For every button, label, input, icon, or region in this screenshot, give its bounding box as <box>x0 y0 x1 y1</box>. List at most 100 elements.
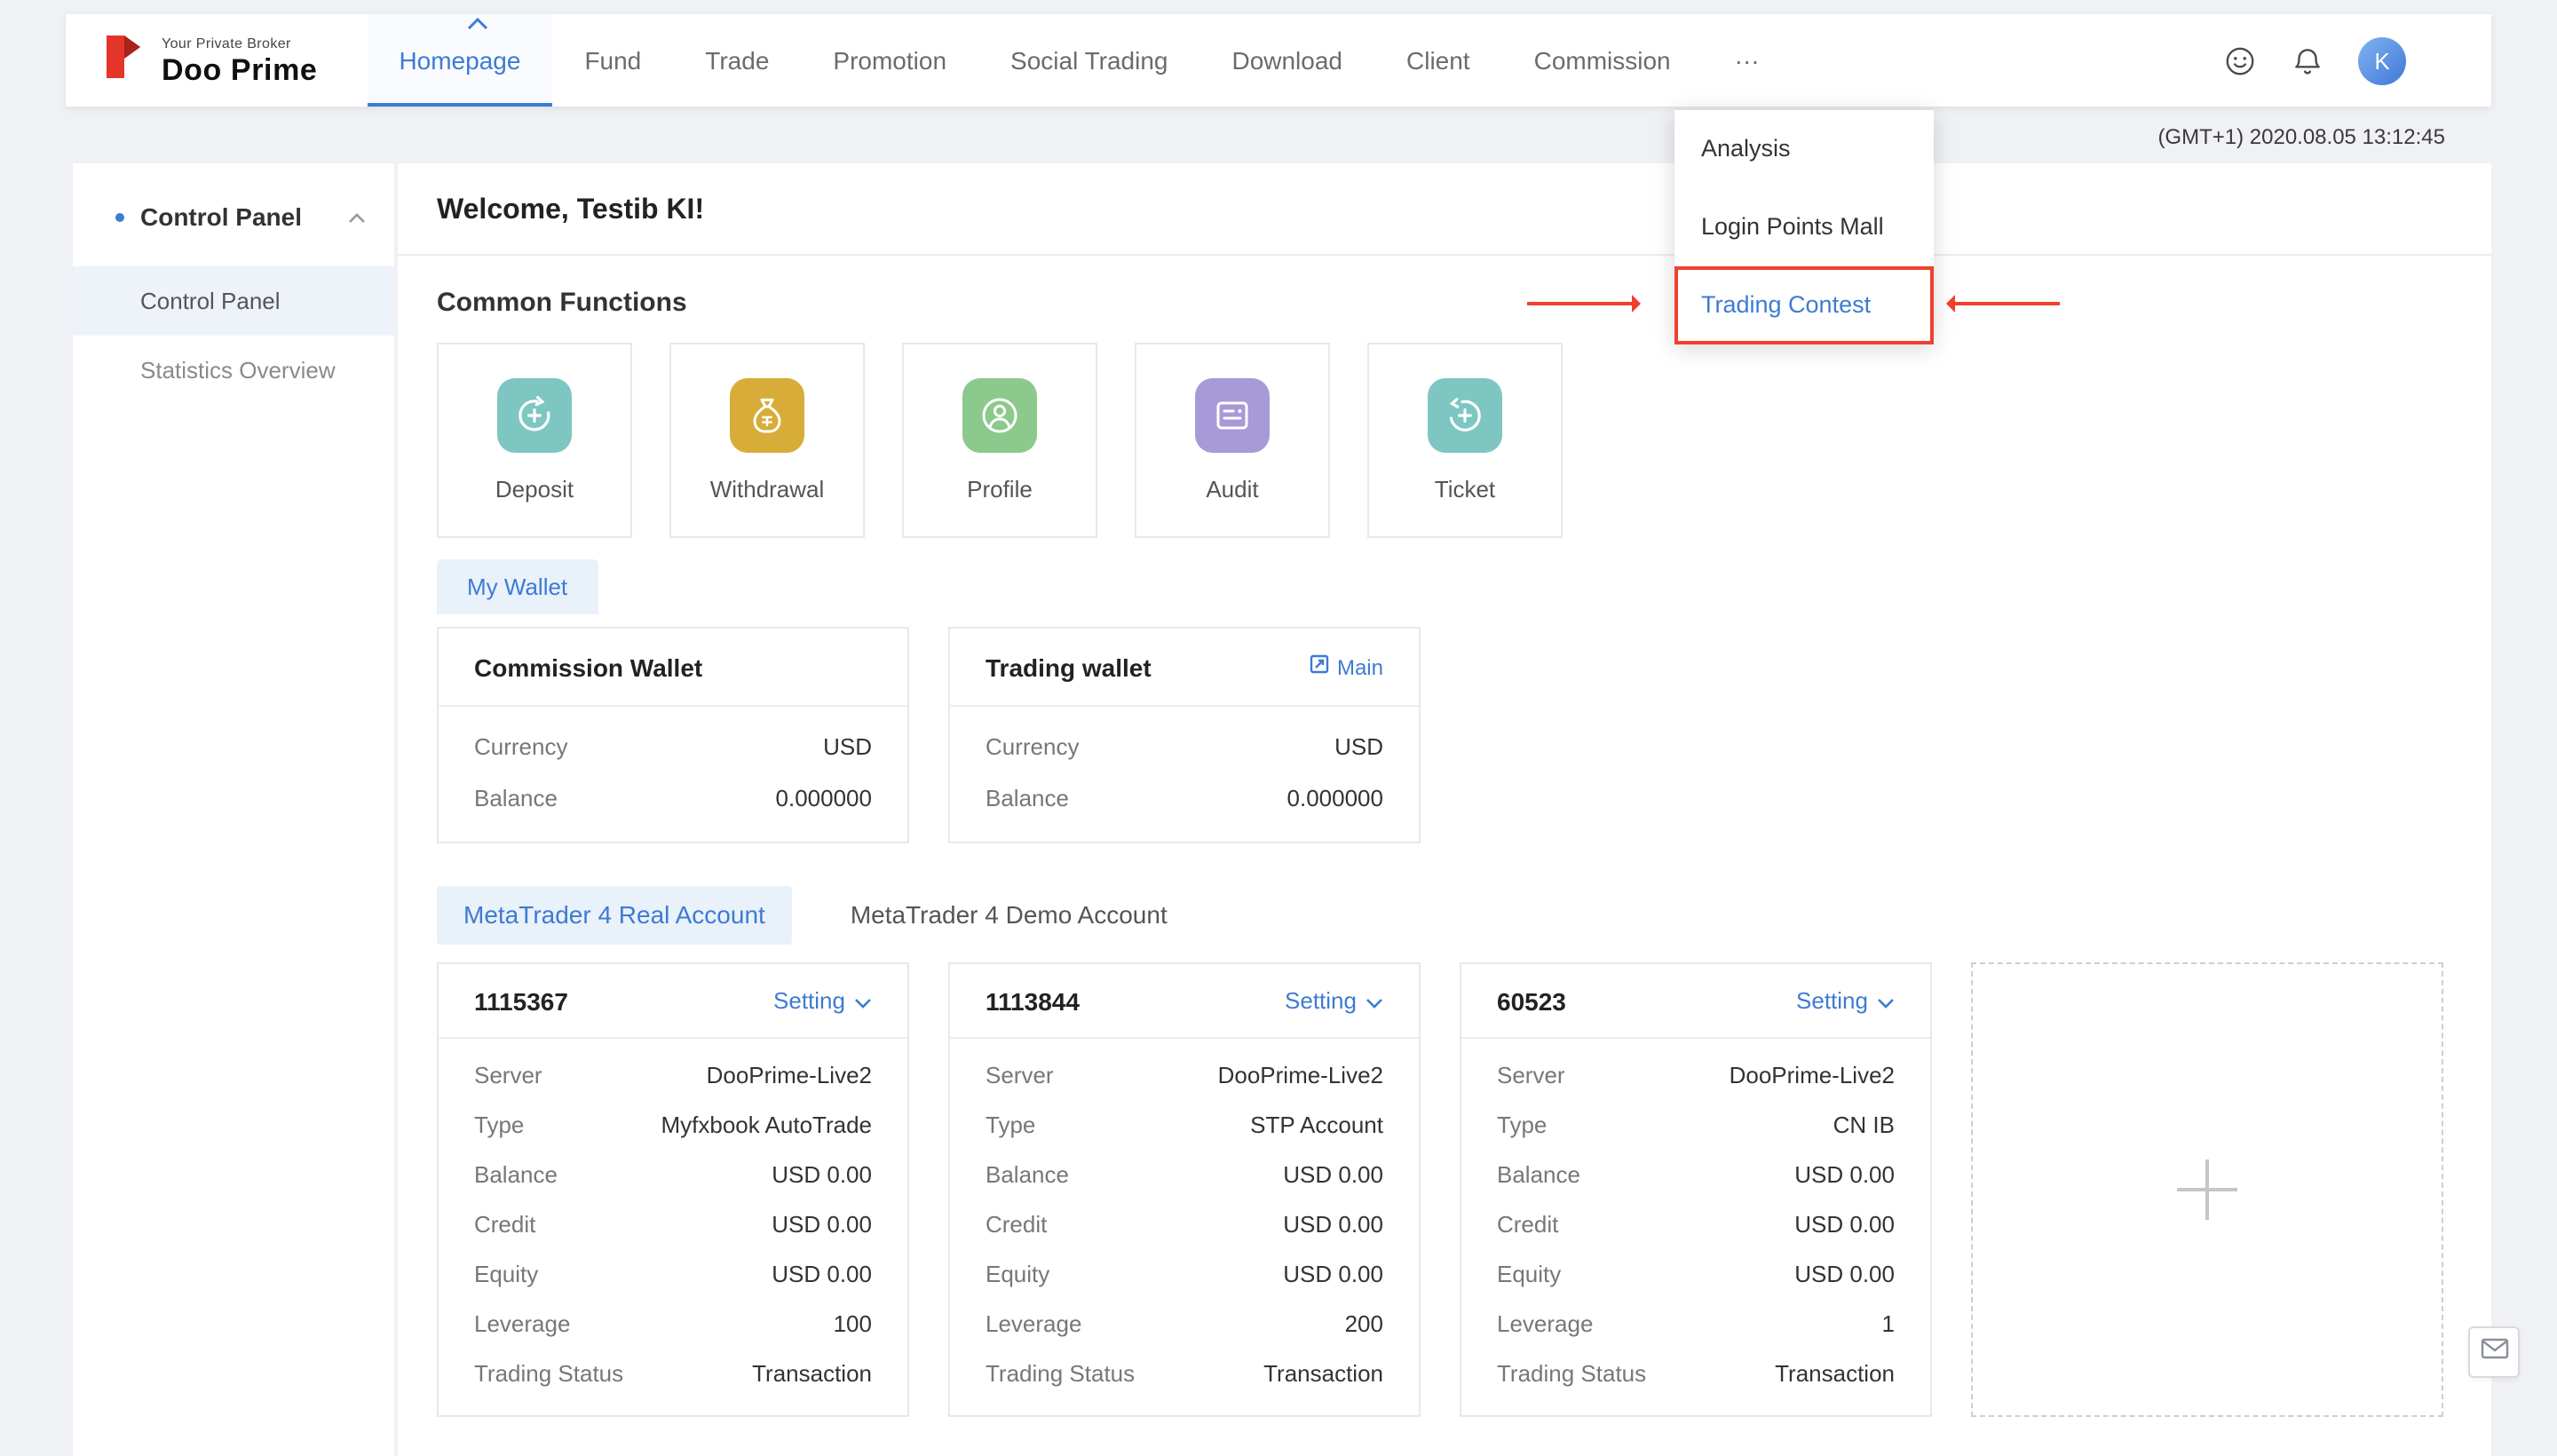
nav-item-homepage[interactable]: Homepage <box>367 14 552 107</box>
account-field-row: TypeMyfxbook AutoTrade <box>439 1099 907 1149</box>
language-emoji-icon[interactable] <box>2223 44 2257 77</box>
field-value: USD <box>823 733 872 760</box>
account-cards-row: 1115367 Setting ServerDooPrime-Live2 Typ… <box>437 962 2452 1417</box>
menu-item-analysis[interactable]: Analysis <box>1674 110 1934 188</box>
account-field-row: Equity USD 0.00 <box>950 1248 1419 1298</box>
wallet-field-row: Balance 0.000000 <box>950 772 1419 824</box>
field-label: Credit <box>474 1210 535 1237</box>
field-label: Balance <box>986 785 1069 811</box>
nav-item-more-menu[interactable]: ··· <box>1703 14 1792 107</box>
account-number: 60523 <box>1497 986 1566 1015</box>
sidebar-item-control-panel[interactable]: Control Panel <box>73 266 394 336</box>
account-field-row: TypeSTP Account <box>950 1099 1419 1149</box>
field-label: Balance <box>474 1160 558 1187</box>
field-value: USD 0.00 <box>772 1160 872 1187</box>
setting-dropdown[interactable]: Setting <box>1285 987 1383 1014</box>
sidebar: Control Panel Control Panel Statistics O… <box>73 163 394 1456</box>
envelope-icon <box>2480 1336 2508 1368</box>
account-type-tabs: MetaTrader 4 Real Account MetaTrader 4 D… <box>437 886 2452 945</box>
field-value: USD 0.00 <box>772 1210 872 1237</box>
tab-mt4-real-account[interactable]: MetaTrader 4 Real Account <box>437 886 792 945</box>
account-field-row: ServerDooPrime-Live2 <box>439 1049 907 1099</box>
field-value: USD 0.00 <box>1794 1210 1895 1237</box>
function-card-withdrawal[interactable]: Withdrawal <box>669 343 865 538</box>
brand-tagline: Your Private Broker <box>162 36 317 51</box>
account-card-60523: 60523 Setting ServerDooPrime-Live2 TypeC… <box>1460 962 1932 1417</box>
welcome-heading: Welcome, Testib KI! <box>398 163 2491 256</box>
field-value: 200 <box>1345 1310 1383 1336</box>
account-field-row: Leverage1 <box>1461 1298 1930 1348</box>
sidebar-group-title: Control Panel <box>140 202 332 231</box>
annotation-arrow-pointing-left-icon <box>1953 302 2060 305</box>
function-card-profile[interactable]: Profile <box>902 343 1097 538</box>
field-label: Type <box>1497 1111 1547 1137</box>
field-label: Currency <box>474 733 568 760</box>
setting-label: Setting <box>1285 987 1357 1014</box>
main-wallet-link[interactable]: Main <box>1309 653 1383 680</box>
top-navbar: Your Private Broker Doo Prime Homepage F… <box>66 14 2491 107</box>
function-label: Ticket <box>1435 476 1495 502</box>
chevron-up-icon <box>348 201 366 233</box>
account-field-row: ServerDooPrime-Live2 <box>950 1049 1419 1099</box>
account-field-row: Credit USD 0.00 <box>439 1199 907 1248</box>
account-field-row: BalanceUSD 0.00 <box>1461 1149 1930 1199</box>
chevron-down-icon <box>1366 987 1383 1014</box>
field-value: Transaction <box>752 1359 872 1386</box>
field-value: USD <box>1334 733 1383 760</box>
nav-item-promotion[interactable]: Promotion <box>801 14 978 107</box>
account-number: 1113844 <box>986 986 1080 1015</box>
wallet-field-row: Currency USD <box>950 721 1419 772</box>
function-card-audit[interactable]: Audit <box>1135 343 1330 538</box>
field-value: USD 0.00 <box>772 1260 872 1286</box>
field-value: USD 0.00 <box>1283 1260 1383 1286</box>
brand-logo[interactable]: Your Private Broker Doo Prime <box>98 14 317 107</box>
notifications-bell-icon[interactable] <box>2291 44 2324 77</box>
user-avatar[interactable]: K <box>2358 36 2406 84</box>
function-card-ticket[interactable]: Ticket <box>1367 343 1563 538</box>
nav-item-download[interactable]: Download <box>1199 14 1374 107</box>
mail-contact-button[interactable] <box>2468 1326 2520 1378</box>
menu-item-login-points-mall[interactable]: Login Points Mall <box>1674 188 1934 266</box>
function-card-deposit[interactable]: Deposit <box>437 343 632 538</box>
setting-dropdown[interactable]: Setting <box>1796 987 1895 1014</box>
commission-wallet-card: Commission Wallet Currency USD Balance 0… <box>437 627 909 843</box>
setting-label: Setting <box>773 987 845 1014</box>
nav-item-social-trading[interactable]: Social Trading <box>978 14 1199 107</box>
function-label: Withdrawal <box>710 476 825 502</box>
field-value: Transaction <box>1775 1359 1895 1386</box>
field-label: Equity <box>986 1260 1049 1286</box>
brand-flag-icon <box>98 31 147 90</box>
annotation-arrow-pointing-right-icon <box>1527 302 1634 305</box>
setting-label: Setting <box>1796 987 1868 1014</box>
wallet-field-row: Balance 0.000000 <box>439 772 907 824</box>
field-label: Leverage <box>986 1310 1081 1336</box>
field-label: Balance <box>474 785 558 811</box>
field-label: Trading Status <box>986 1359 1135 1386</box>
function-label: Audit <box>1206 476 1258 502</box>
field-label: Type <box>474 1111 524 1137</box>
function-label: Profile <box>967 476 1033 502</box>
field-value: 100 <box>834 1310 872 1336</box>
nav-item-fund[interactable]: Fund <box>552 14 673 107</box>
nav-item-trade[interactable]: Trade <box>673 14 801 107</box>
add-account-card[interactable] <box>1971 962 2443 1417</box>
wallet-field-row: Currency USD <box>439 721 907 772</box>
ticket-icon <box>1428 378 1502 453</box>
profile-person-icon <box>962 378 1037 453</box>
tab-my-wallet[interactable]: My Wallet <box>437 559 598 614</box>
deposit-icon <box>497 378 572 453</box>
setting-dropdown[interactable]: Setting <box>773 987 872 1014</box>
field-label: Trading Status <box>1497 1359 1646 1386</box>
nav-item-commission[interactable]: Commission <box>1502 14 1703 107</box>
tab-mt4-demo-account[interactable]: MetaTrader 4 Demo Account <box>824 886 1194 945</box>
account-field-row: Trading StatusTransaction <box>950 1348 1419 1397</box>
menu-item-trading-contest[interactable]: Trading Contest <box>1674 266 1934 344</box>
nav-item-client[interactable]: Client <box>1374 14 1502 107</box>
account-card-1115367: 1115367 Setting ServerDooPrime-Live2 Typ… <box>437 962 909 1417</box>
field-label: Credit <box>986 1210 1047 1237</box>
sidebar-item-statistics-overview[interactable]: Statistics Overview <box>73 336 394 405</box>
field-label: Balance <box>1497 1160 1580 1187</box>
field-value: DooPrime-Live2 <box>1730 1061 1895 1088</box>
main-nav: Homepage Fund Trade Promotion Social Tra… <box>367 14 1791 107</box>
sidebar-group-control-panel[interactable]: Control Panel <box>73 163 394 266</box>
